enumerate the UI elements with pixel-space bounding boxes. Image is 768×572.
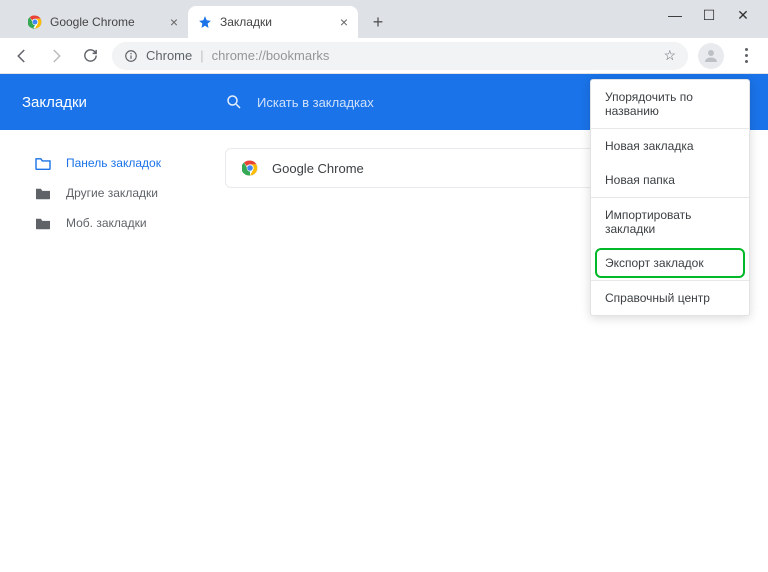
search-icon — [225, 93, 243, 111]
window-maximize[interactable]: ☐ — [702, 7, 716, 24]
site-info-icon[interactable] — [124, 49, 138, 63]
sidebar-item-label: Другие закладки — [66, 186, 158, 200]
url-path: chrome://bookmarks — [212, 48, 330, 63]
menu-sort-by-name[interactable]: Упорядочить по названию — [591, 80, 749, 128]
tab-title: Google Chrome — [50, 15, 162, 29]
folder-icon — [34, 186, 52, 200]
sidebar-item-other-bookmarks[interactable]: Другие закладки — [0, 178, 225, 208]
bookmarks-dropdown-menu: Упорядочить по названию Новая закладка Н… — [590, 79, 750, 316]
sidebar-item-mobile-bookmarks[interactable]: Моб. закладки — [0, 208, 225, 238]
url-separator: | — [200, 48, 203, 63]
address-bar[interactable]: Chrome | chrome://bookmarks ☆ — [112, 42, 688, 70]
forward-button[interactable] — [44, 44, 68, 68]
search-placeholder: Искать в закладках — [257, 95, 374, 110]
url-scheme: Chrome — [146, 48, 192, 63]
menu-export-bookmarks[interactable]: Экспорт закладок — [591, 246, 749, 280]
folder-icon — [34, 156, 52, 170]
browser-menu-button[interactable] — [734, 48, 758, 63]
tab-bookmarks[interactable]: Закладки × — [188, 6, 358, 38]
profile-avatar[interactable] — [698, 43, 724, 69]
menu-new-bookmark[interactable]: Новая закладка — [591, 129, 749, 163]
chrome-icon — [242, 160, 258, 176]
sidebar-item-label: Панель закладок — [66, 156, 161, 170]
window-minimize[interactable]: — — [668, 7, 682, 23]
sidebar-item-label: Моб. закладки — [66, 216, 147, 230]
star-icon — [198, 15, 212, 29]
reload-button[interactable] — [78, 44, 102, 68]
sidebar-item-bookmarks-bar[interactable]: Панель закладок — [0, 148, 225, 178]
tab-close-icon[interactable]: × — [170, 14, 178, 30]
window-controls: — ☐ ✕ — [650, 0, 768, 30]
menu-new-folder[interactable]: Новая папка — [591, 163, 749, 197]
bookmark-label: Google Chrome — [272, 161, 364, 176]
bookmark-star-icon[interactable]: ☆ — [663, 47, 676, 64]
menu-import-bookmarks[interactable]: Импортировать закладки — [591, 198, 749, 246]
tab-google-chrome[interactable]: Google Chrome × — [18, 6, 188, 38]
back-button[interactable] — [10, 44, 34, 68]
browser-toolbar: Chrome | chrome://bookmarks ☆ — [0, 38, 768, 74]
tab-close-icon[interactable]: × — [340, 14, 348, 30]
window-close[interactable]: ✕ — [736, 7, 750, 24]
folder-icon — [34, 216, 52, 230]
chrome-icon — [28, 15, 42, 29]
menu-help-center[interactable]: Справочный центр — [591, 281, 749, 315]
page-title: Закладки — [0, 94, 225, 111]
new-tab-button[interactable]: + — [364, 8, 392, 36]
bookmarks-sidebar: Панель закладок Другие закладки Моб. зак… — [0, 130, 225, 572]
tab-title: Закладки — [220, 15, 332, 29]
